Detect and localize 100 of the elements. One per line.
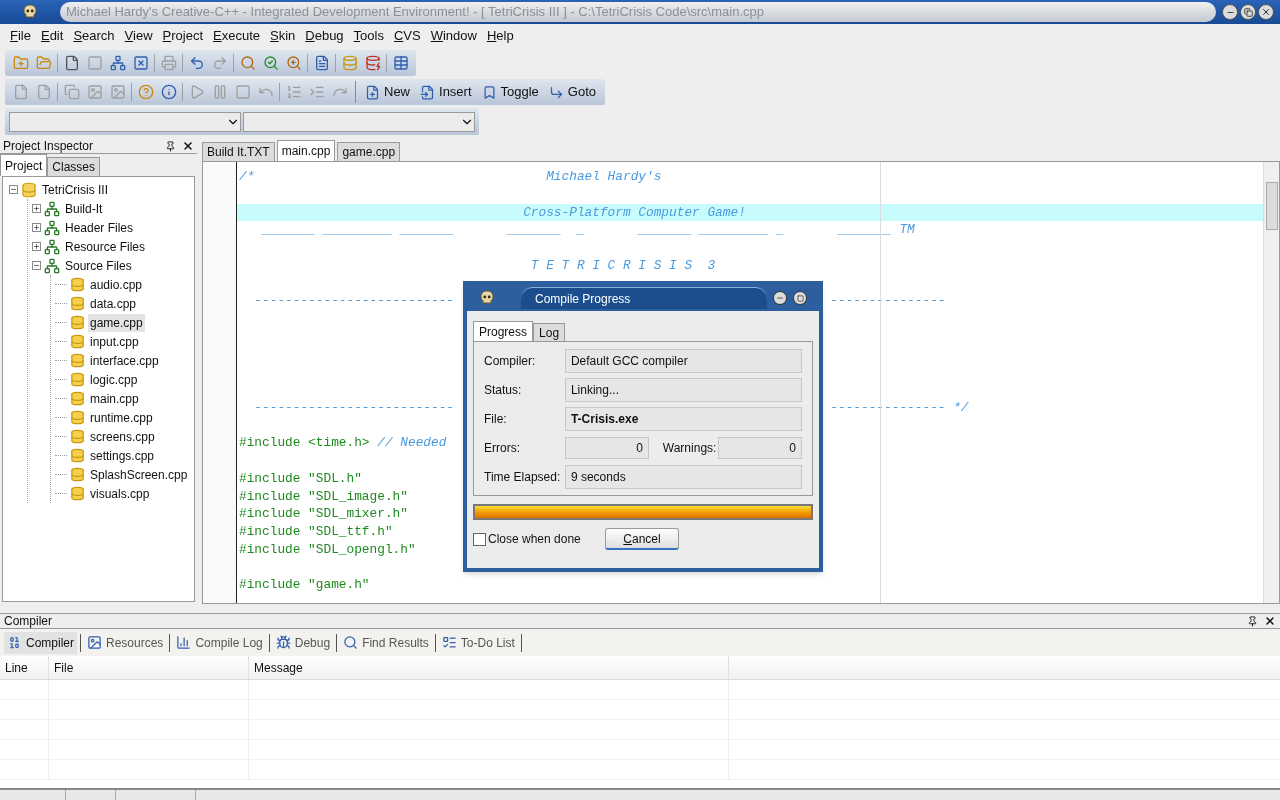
menu-item[interactable]: Tools [353,26,384,46]
panel-tab[interactable]: Classes [47,157,101,176]
minimize-icon [776,294,784,302]
tree-item[interactable]: interface.cpp [88,351,161,370]
tree-item[interactable]: screens.cpp [88,427,157,446]
menu-item[interactable]: File [10,26,31,46]
class-dropdown[interactable] [9,111,241,132]
readonly-field: Linking... [564,377,802,402]
pin-icon[interactable] [165,140,176,152]
editor-tab[interactable]: main.cpp [276,140,336,161]
insert-file-icon [420,84,435,100]
tree-item[interactable]: input.cpp [88,332,141,351]
toolbar-button[interactable]: Toggle [476,81,544,103]
menu-item[interactable]: Help [486,26,514,46]
minus-icon [33,262,40,269]
code-line: Cross-Platform Computer Game! [522,204,746,220]
tree-item[interactable]: TetriCrisis III [40,180,110,199]
code-line: T E T R I C R I S I S 3 [529,257,716,273]
panel-tab[interactable]: Find Results [340,631,432,654]
tree-item[interactable]: data.cpp [88,294,139,313]
tree-item[interactable]: Source Files [63,256,134,275]
menu-item[interactable]: Execute [213,26,260,46]
file-icon [70,467,85,482]
close-button[interactable] [1258,4,1274,20]
toolbar-button[interactable]: New [360,81,415,103]
bar-chart-icon [176,635,192,650]
tree-item[interactable]: game.cpp [88,313,145,332]
panel-tab[interactable]: Compile Log [173,631,266,654]
toolbar-button[interactable]: Insert [415,81,477,103]
tree-item[interactable]: Resource Files [63,237,148,256]
tree-item[interactable]: logic.cpp [88,370,140,389]
editor-tab[interactable]: Build It.TXT [202,142,275,161]
dialog-tab[interactable]: Log [533,323,566,341]
readonly-field: 9 seconds [564,464,802,489]
field-label: Time Elapsed: [484,468,562,486]
scrollbar[interactable] [1263,162,1279,603]
close-icon[interactable] [182,140,194,152]
goto-icon [548,84,564,100]
panel-tab[interactable]: To-Do List [438,631,518,654]
maximize-icon [796,294,804,302]
menu-item[interactable]: Search [73,26,115,46]
maximize-button[interactable] [793,291,807,305]
collapse-toggle[interactable] [32,261,41,270]
todo-list-icon [441,635,457,650]
menu-item[interactable]: Debug [305,26,344,46]
readonly-field: 0 [718,436,802,459]
file-icon [70,410,85,425]
code-line: --------------- */ [830,398,969,417]
dialog-title: Compile Progress [521,287,767,309]
panel-tab[interactable]: Project [0,154,48,176]
tree-item[interactable]: Header Files [63,218,136,237]
restore-button[interactable] [1240,4,1256,20]
code-line: _______ _________ _______ _______ _ _______ _________ _ _______ TM [260,222,915,238]
toolbar-button[interactable]: Goto [543,81,602,103]
dialog-tab[interactable]: Progress [473,321,534,341]
code-line: #include <time.h> [239,434,370,452]
collapse-toggle[interactable] [9,185,18,194]
member-dropdown[interactable] [243,111,475,132]
menu-item[interactable]: CVS [393,26,421,46]
tree-item[interactable]: main.cpp [88,389,141,408]
checkbox[interactable] [473,532,486,546]
minimize-button[interactable] [1222,4,1238,20]
menu-item[interactable]: View [124,26,153,46]
close-icon[interactable] [1264,615,1276,627]
menu-item[interactable]: Project [162,26,203,46]
tree-item[interactable]: settings.cpp [88,446,157,465]
editor-tab[interactable]: game.cpp [337,142,401,161]
code-line: #include "SDL_opengl.h" [239,540,416,559]
panel-tab[interactable]: Compiler [4,631,77,654]
code-line: #include "SDL_ttf.h" [239,523,393,541]
column-header[interactable]: Message [249,656,729,679]
menu-item[interactable]: Edit [40,26,64,46]
file-icon [70,277,85,292]
panel-tab[interactable]: Debug [272,631,334,654]
field-label: Compiler: [484,352,537,370]
checkbox-label: Close when done [488,531,581,548]
expand-toggle[interactable] [32,204,41,213]
pin-icon[interactable] [1247,615,1258,627]
code-line: /* Michael Hardy's [239,169,662,184]
file-icon [70,486,85,501]
tree-item[interactable]: SplashScreen.cpp [88,465,190,484]
code-line: -------------------------- [253,293,455,309]
file-icon [70,353,85,368]
cancel-button[interactable]: Cancel [605,528,679,550]
menu-item[interactable]: Skin [270,26,296,46]
search-icon [343,635,359,650]
minimize-button[interactable] [773,291,787,305]
panel-tab[interactable]: Resources [84,631,167,654]
file-icon [70,372,85,387]
tree-item[interactable]: visuals.cpp [88,484,152,503]
column-header[interactable]: File [49,656,249,679]
menu-item[interactable]: Window [430,26,477,46]
expand-toggle[interactable] [32,242,41,251]
tree-item[interactable]: audio.cpp [88,275,145,294]
expand-toggle[interactable] [32,223,41,232]
tree-item[interactable]: runtime.cpp [88,408,155,427]
tree-item[interactable]: Build-It [63,199,105,218]
code-line: #include "SDL_image.h" [239,487,408,506]
column-header[interactable]: Line [0,656,49,679]
field-label: Warnings: [662,439,718,457]
